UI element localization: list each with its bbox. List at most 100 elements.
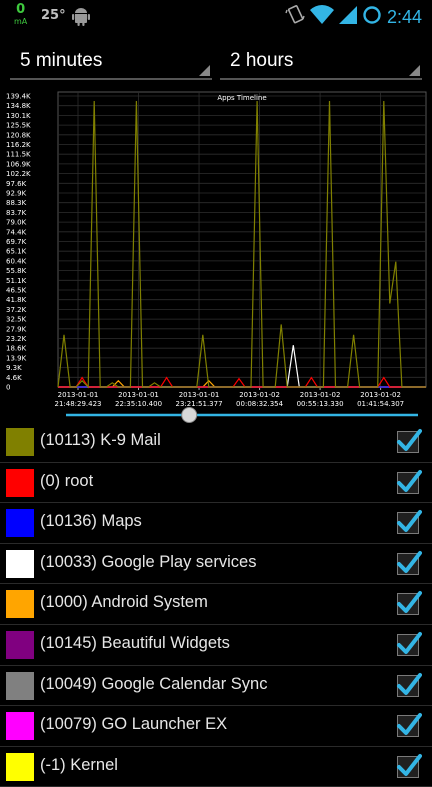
y-tick-label: 92.9K [6, 190, 27, 198]
y-tick-label: 69.7K [6, 238, 27, 246]
app-list-item[interactable]: (-1) Kernel [0, 747, 432, 787]
checkmark-icon [397, 510, 422, 533]
app-name: (10079) GO Launcher EX [40, 715, 228, 734]
checkmark-icon [397, 713, 422, 736]
app-color-swatch [6, 549, 34, 578]
app-list-item[interactable]: (0) root [0, 463, 432, 504]
y-tick-label: 60.4K [6, 257, 27, 265]
time-window-value: 5 minutes [20, 50, 103, 71]
dropdown-arrow-icon [409, 65, 420, 76]
app-name: (10033) Google Play services [40, 552, 257, 571]
y-tick-label: 83.7K [6, 209, 27, 217]
y-tick-label: 79.0K [6, 219, 27, 227]
y-tick-label: 102.2K [6, 170, 31, 178]
y-tick-label: 88.3K [6, 199, 27, 207]
y-tick-label: 111.5K [6, 151, 31, 159]
y-tick-label: 106.9K [6, 160, 31, 168]
app-list-item[interactable]: (10113) K-9 Mail [0, 422, 432, 463]
app-color-swatch [6, 590, 34, 619]
y-tick-label: 32.5K [6, 316, 27, 324]
app-color-swatch [6, 468, 34, 497]
time-range-dropdown[interactable]: 2 hours [220, 44, 422, 80]
app-list-item[interactable]: (10136) Maps [0, 503, 432, 544]
y-tick-label: 65.1K [6, 248, 27, 256]
y-tick-label: 9.3K [6, 364, 22, 372]
app-color-swatch [6, 428, 34, 456]
status-bar: 0 mA 25° 2:44 [0, 0, 432, 32]
checkmark-icon [397, 550, 422, 573]
app-checkbox[interactable] [397, 713, 422, 738]
signal-icon [338, 5, 357, 29]
app-name: (10049) Google Calendar Sync [40, 674, 268, 693]
app-checkbox[interactable] [397, 753, 422, 778]
app-checkbox[interactable] [397, 429, 422, 453]
app-checkbox[interactable] [397, 631, 422, 656]
clock: 2:44 [386, 6, 422, 27]
app-checkbox[interactable] [397, 591, 422, 616]
checkmark-icon [397, 429, 422, 451]
chart-title: Apps Timeline [217, 94, 266, 102]
dropdown-arrow-icon [199, 65, 210, 76]
y-tick-label: 37.2K [6, 306, 27, 314]
time-window-dropdown[interactable]: 5 minutes [10, 44, 212, 80]
wifi-icon [309, 5, 334, 29]
x-tick-date: 2013-01-02 [239, 391, 280, 399]
y-tick-label: 0 [6, 384, 10, 392]
checkmark-icon [397, 631, 422, 654]
y-tick-label: 139.4K [6, 93, 31, 101]
app-name: (-1) Kernel [40, 755, 118, 774]
y-tick-label: 134.8K [6, 102, 31, 110]
app-name: (10136) Maps [40, 512, 142, 531]
app-color-swatch [6, 509, 34, 538]
y-tick-label: 130.1K [6, 112, 31, 120]
y-tick-label: 18.6K [6, 345, 27, 353]
y-tick-label: 46.5K [6, 287, 27, 295]
status-icons: 2:44 [285, 4, 422, 30]
x-tick-date: 2013-01-01 [179, 391, 220, 399]
sync-icon [362, 5, 382, 29]
app-color-swatch [6, 752, 34, 781]
vibrate-icon [285, 4, 305, 30]
y-tick-label: 97.6K [6, 180, 27, 188]
app-checkbox[interactable] [397, 550, 422, 575]
checkmark-icon [397, 591, 422, 614]
y-tick-label: 120.8K [6, 131, 31, 139]
checkmark-icon [397, 672, 422, 695]
y-tick-label: 55.8K [6, 267, 27, 275]
app-checkbox[interactable] [397, 469, 422, 494]
y-tick-label: 27.9K [6, 325, 27, 333]
y-tick-label: 125.5K [6, 122, 31, 130]
app-list-item[interactable]: (10145) Beautiful Widgets [0, 625, 432, 666]
y-tick-label: 13.9K [6, 354, 27, 362]
app-name: (10113) K-9 Mail [40, 431, 161, 449]
android-icon [72, 6, 90, 30]
y-tick-label: 4.6K [6, 374, 22, 382]
app-list-item[interactable]: (1000) Android System [0, 584, 432, 625]
y-tick-label: 41.8K [6, 296, 27, 304]
app-checkbox[interactable] [397, 510, 422, 535]
app-name: (0) root [40, 471, 94, 490]
plot-background [57, 91, 427, 388]
x-tick-date: 2013-01-02 [300, 391, 341, 399]
apps-timeline-chart[interactable]: 139.4K 134.8K 130.1K 125.5K 120.8K 116.2K 111.… [0, 86, 432, 408]
app-color-swatch [6, 712, 34, 741]
seekbar-thumb[interactable] [181, 407, 198, 423]
data-rate-indicator: 0 mA [14, 2, 28, 27]
x-tick-date: 2013-01-01 [58, 391, 99, 399]
y-tick-label: 116.2K [6, 141, 31, 149]
data-rate-value: 0 [16, 2, 26, 17]
app-checkbox[interactable] [397, 672, 422, 697]
y-tick-label: 23.2K [6, 335, 27, 343]
temperature: 25° [41, 8, 66, 23]
checkmark-icon [397, 469, 422, 492]
data-rate-unit: mA [14, 17, 28, 26]
x-tick-date: 2013-01-02 [360, 391, 401, 399]
app-name: (10145) Beautiful Widgets [40, 633, 230, 652]
y-tick-label: 74.4K [6, 228, 27, 236]
app-color-swatch [6, 671, 34, 700]
app-list-item[interactable]: (10079) GO Launcher EX [0, 706, 432, 747]
app-name: (1000) Android System [40, 593, 208, 612]
app-list-item[interactable]: (10033) Google Play services [0, 544, 432, 585]
x-tick-date: 2013-01-01 [118, 391, 159, 399]
app-list-item[interactable]: (10049) Google Calendar Sync [0, 666, 432, 707]
